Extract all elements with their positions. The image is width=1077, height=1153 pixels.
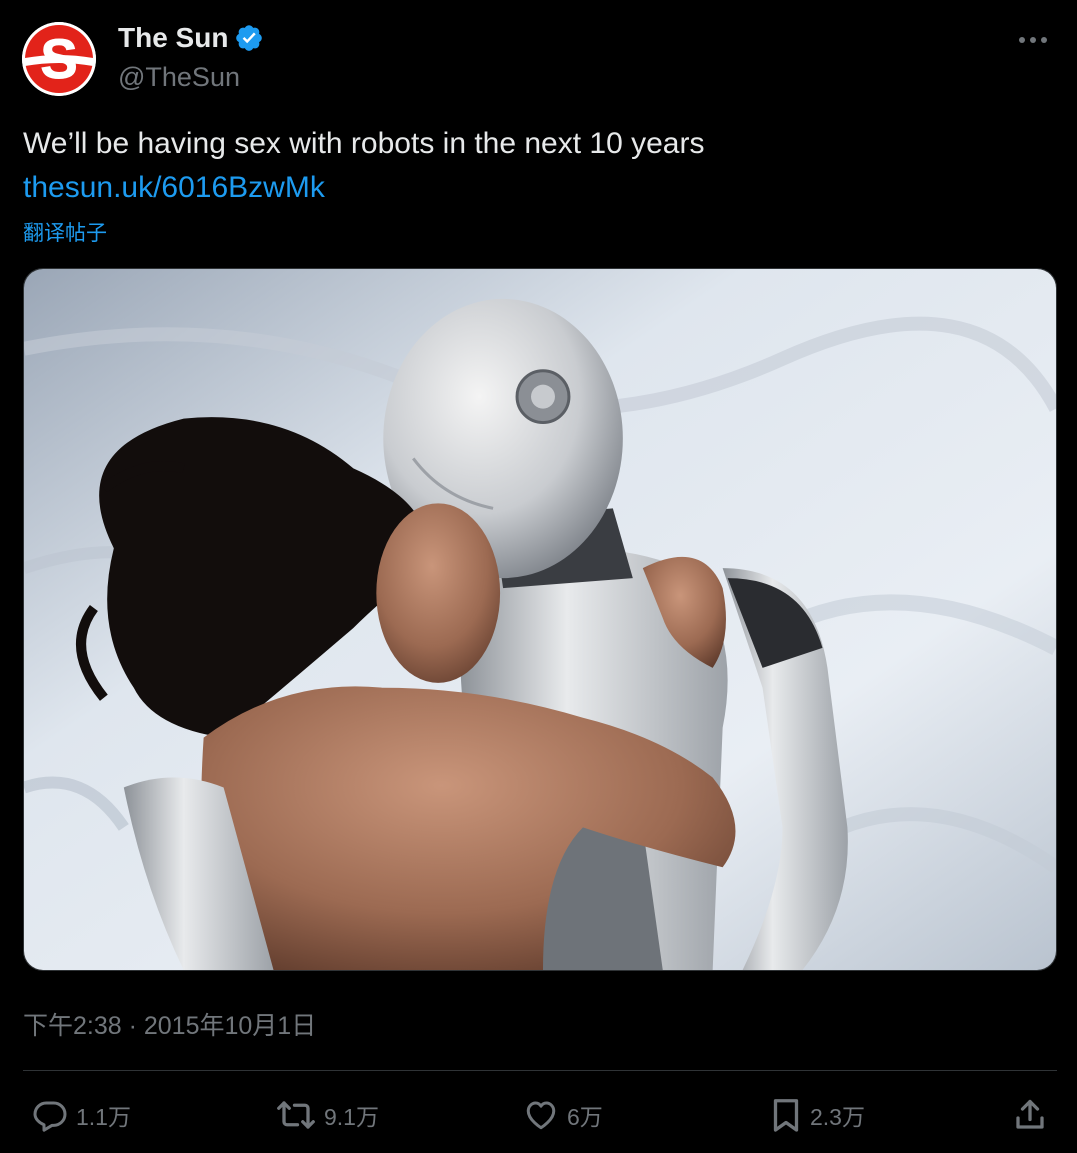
more-options-button[interactable] bbox=[1011, 24, 1055, 56]
share-button[interactable] bbox=[1012, 1094, 1048, 1136]
reply-button[interactable]: 1.1万 bbox=[32, 1094, 131, 1136]
author-avatar[interactable]: S bbox=[22, 22, 96, 96]
actions-divider bbox=[23, 1070, 1057, 1071]
like-count: 6万 bbox=[567, 1104, 603, 1130]
heart-icon bbox=[526, 1101, 556, 1130]
author-handle[interactable]: @TheSun bbox=[118, 62, 240, 93]
retweet-button[interactable]: 9.1万 bbox=[276, 1094, 379, 1136]
retweet-arrows-icon bbox=[277, 1101, 315, 1129]
tweet-link[interactable]: thesun.uk/6016BzwMk bbox=[23, 168, 325, 208]
bookmark-count: 2.3万 bbox=[810, 1104, 865, 1130]
reply-count: 1.1万 bbox=[76, 1104, 131, 1130]
share-upload-icon bbox=[1016, 1099, 1044, 1129]
tweet-timestamp[interactable]: 下午2:38 · 2015年10月1日 bbox=[23, 1006, 316, 1042]
tweet-media-image[interactable] bbox=[23, 268, 1057, 971]
author-name-link[interactable]: The Sun bbox=[118, 22, 264, 54]
avatar-letter: S bbox=[40, 27, 77, 90]
bookmark-icon bbox=[773, 1099, 799, 1132]
more-dots-icon bbox=[1019, 37, 1047, 43]
verified-badge-icon bbox=[236, 25, 263, 51]
bookmark-button[interactable]: 2.3万 bbox=[770, 1094, 865, 1136]
like-button[interactable]: 6万 bbox=[523, 1094, 603, 1136]
tweet-text: We’ll be having sex with robots in the n… bbox=[23, 127, 705, 160]
reply-bubble-icon bbox=[33, 1101, 67, 1132]
photo-woman-embracing-robot bbox=[24, 269, 1056, 970]
the-sun-logo: S bbox=[22, 22, 96, 96]
translate-post-link[interactable]: 翻译帖子 bbox=[23, 217, 107, 247]
retweet-count: 9.1万 bbox=[324, 1104, 379, 1130]
author-name: The Sun bbox=[118, 22, 229, 53]
